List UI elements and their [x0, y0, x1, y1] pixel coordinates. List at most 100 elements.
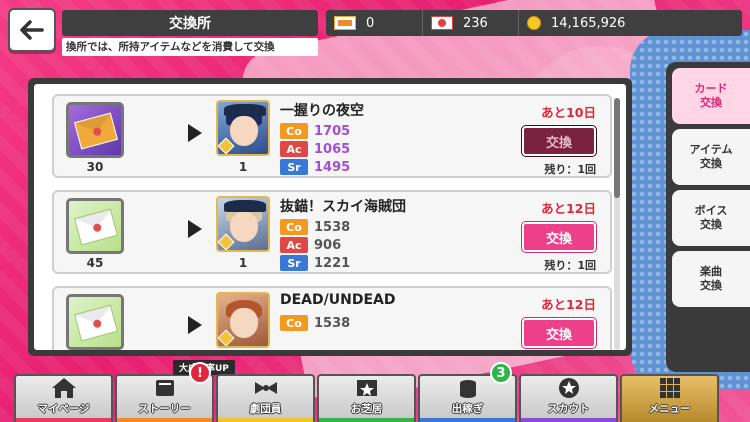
stage-icon [356, 380, 377, 396]
nav-label: お芝居 [350, 403, 383, 415]
deadline-label: あと12日 [541, 201, 596, 216]
co-value: 1538 [314, 315, 351, 331]
deadline-label: あと10日 [541, 105, 596, 120]
exchange-button[interactable]: 交換 [522, 222, 596, 252]
tab-label-line2: 交換 [700, 96, 722, 109]
card-quantity: 1 [238, 256, 248, 270]
back-button[interactable] [8, 8, 56, 52]
arrow-right-icon [188, 124, 202, 142]
ac-value: 1065 [314, 141, 351, 157]
nav-play[interactable]: お芝居 [317, 374, 416, 422]
alert-badge: ! [189, 362, 211, 384]
exchange-button[interactable]: 交換 [522, 126, 596, 156]
card-stats: Co 1538 Ac 906 Sr 1221 [280, 218, 350, 272]
book-icon [155, 380, 174, 396]
nav-label: 出稼ぎ [451, 403, 484, 415]
ac-value: 906 [314, 237, 342, 253]
home-icon [51, 378, 76, 398]
sr-value: 1221 [314, 255, 351, 271]
arrow-right-icon [188, 316, 202, 334]
red-ticket-icon [431, 16, 453, 30]
page-subtitle: 換所では、所持アイテムなどを消費して交換 [62, 38, 318, 56]
tab-item-exchange[interactable]: アイテム 交換 [672, 129, 750, 185]
currency-ticket-value: 0 [366, 15, 375, 31]
grid-icon [659, 378, 680, 398]
tab-label-line1: ボイス [694, 204, 728, 217]
exchange-category-tabs: カード 交換 アイテム 交換 ボイス 交換 楽曲 交換 [666, 62, 750, 372]
tab-label-line1: カード [694, 82, 728, 95]
nav-color-bar [117, 418, 212, 422]
sr-tag: Sr [280, 159, 308, 175]
nav-work[interactable]: 3 出稼ぎ [418, 362, 517, 422]
remaining-count: 残り：1回 [544, 259, 596, 272]
tab-label-line1: 楽曲 [700, 265, 722, 278]
card-thumbnail[interactable] [216, 292, 270, 348]
card-name: 抜錨！スカイ海賊団 [280, 199, 406, 215]
ticket-icon [334, 16, 356, 30]
cost-quantity: 45 [86, 256, 104, 270]
currency-ticket: 0 [326, 10, 422, 36]
nav-story[interactable]: 大成功率UP ! ストーリー [115, 360, 235, 422]
bottom-navigation: マイページ 大成功率UP ! ストーリー 劇団員 お芝居 3 [14, 360, 748, 422]
nav-troupe[interactable]: 劇団員 [216, 374, 315, 422]
card-quantity: 1 [238, 160, 248, 174]
tab-label-line1: アイテム [689, 143, 733, 156]
ac-tag: Ac [280, 237, 308, 253]
nav-menu[interactable]: メニュー [620, 374, 719, 422]
arrow-right-icon [188, 220, 202, 238]
tab-label-line2: 交換 [700, 157, 722, 170]
cost-quantity: 30 [86, 160, 104, 174]
tab-card-exchange[interactable]: カード 交換 [672, 68, 750, 124]
nav-color-bar [521, 418, 616, 422]
tab-voice-exchange[interactable]: ボイス 交換 [672, 190, 750, 246]
co-tag: Co [280, 315, 308, 331]
remaining-count: 残り：1回 [544, 163, 596, 176]
bowtie-icon [254, 382, 277, 394]
currency-coins-value: 14,165,926 [551, 15, 626, 31]
tab-label-line2: 交換 [700, 279, 722, 292]
nav-label: 劇団員 [249, 403, 282, 415]
exchange-row: 30 1 一握りの夜空 Co 1705 Ac 1065 Sr 1495 あと10日 交… [52, 94, 612, 178]
card-stats: Co 1705 Ac 1065 Sr 1495 [280, 122, 350, 176]
sr-value: 1495 [314, 159, 351, 175]
exchange-button[interactable]: 交換 [522, 318, 596, 348]
currency-red-ticket-value: 236 [463, 15, 488, 31]
coins-icon [459, 380, 476, 398]
coin-icon [527, 16, 541, 30]
card-name: 一握りの夜空 [280, 103, 364, 119]
page-title: 交換所 [62, 10, 318, 36]
nav-label: マイページ [37, 403, 90, 415]
scrollbar[interactable] [614, 98, 620, 350]
scrollbar-thumb[interactable] [614, 98, 620, 198]
co-value: 1705 [314, 123, 351, 139]
nav-mypage[interactable]: マイページ [14, 374, 113, 422]
exchange-row: 45 1 抜錨！スカイ海賊団 Co 1538 Ac 906 Sr 1221 あと12日… [52, 190, 612, 274]
green-letter-icon [66, 294, 124, 350]
nav-color-bar [16, 418, 111, 422]
star-badge-icon [558, 378, 579, 398]
tab-music-exchange[interactable]: 楽曲 交換 [672, 251, 750, 307]
nav-color-bar [319, 418, 414, 422]
nav-label: スカウト [547, 403, 590, 415]
arrow-left-icon [20, 20, 44, 40]
co-tag: Co [280, 219, 308, 235]
nav-scout[interactable]: スカウト [519, 374, 618, 422]
nav-label: ストーリー [138, 403, 191, 415]
card-thumbnail[interactable] [216, 196, 270, 252]
ac-tag: Ac [280, 141, 308, 157]
exchange-list-container[interactable]: 30 1 一握りの夜空 Co 1705 Ac 1065 Sr 1495 あと10日 交… [34, 84, 626, 350]
count-badge: 3 [490, 362, 512, 384]
currency-bar: 0 236 14,165,926 [326, 10, 742, 36]
card-thumbnail[interactable] [216, 100, 270, 156]
currency-coins: 14,165,926 [518, 10, 742, 36]
exchange-list: 30 1 一握りの夜空 Co 1705 Ac 1065 Sr 1495 あと10日 交… [52, 94, 612, 350]
deadline-label: あと12日 [541, 297, 596, 312]
gold-letter-icon [66, 102, 124, 158]
tab-label-line2: 交換 [700, 218, 722, 231]
nav-color-bar [218, 418, 313, 422]
nav-label: メニュー [648, 403, 691, 415]
card-stats: Co 1538 [280, 314, 350, 332]
card-name: DEAD/UNDEAD [280, 292, 396, 308]
co-value: 1538 [314, 219, 351, 235]
currency-red-ticket: 236 [422, 10, 518, 36]
